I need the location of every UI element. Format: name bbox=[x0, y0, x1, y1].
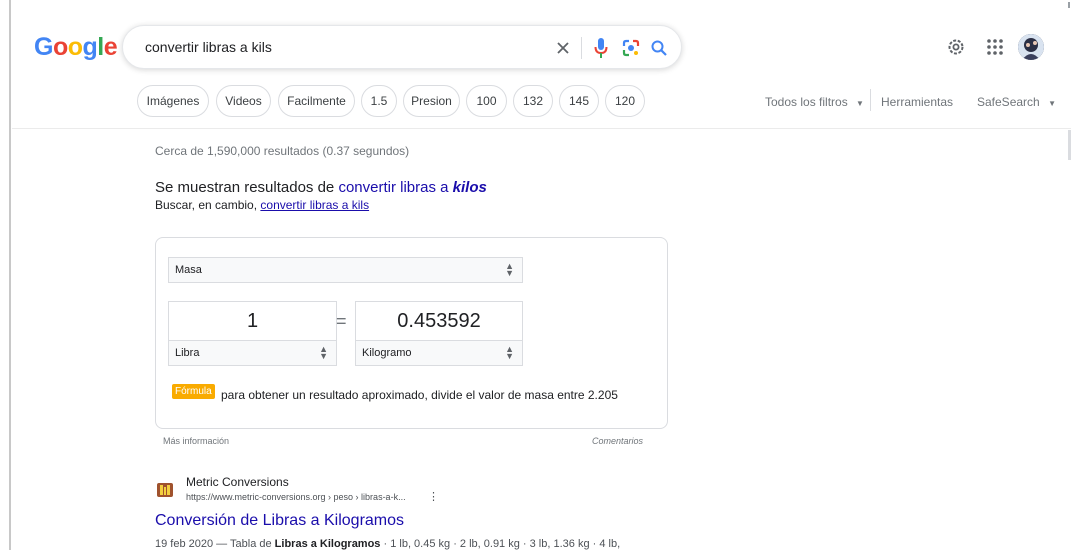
chip-presion[interactable]: Presion bbox=[403, 85, 460, 117]
lens-icon[interactable] bbox=[619, 36, 643, 60]
formula-badge: Fórmula bbox=[172, 384, 215, 399]
result-snippet: 19 feb 2020 — Tabla de Libras a Kilogram… bbox=[155, 538, 620, 550]
result-stats: Cerca de 1,590,000 resultados (0.37 segu… bbox=[155, 144, 410, 158]
scroll-up-arrow[interactable] bbox=[1068, 2, 1070, 8]
window-left-border bbox=[9, 0, 11, 550]
clear-icon[interactable] bbox=[551, 36, 575, 60]
gear-icon[interactable] bbox=[945, 36, 967, 58]
corrected-plain: convertir libras a bbox=[338, 179, 453, 196]
select-arrows-icon: ▲ ▼ bbox=[505, 261, 514, 278]
from-unit-select[interactable]: Libra ▲ ▼ bbox=[168, 340, 337, 366]
avatar[interactable] bbox=[1018, 34, 1044, 60]
quantity-value: Masa bbox=[175, 264, 202, 276]
logo-letter: o bbox=[52, 33, 68, 61]
chip-1-5[interactable]: 1.5 bbox=[361, 85, 397, 117]
corrected-query-link[interactable]: convertir libras a kilos bbox=[338, 179, 486, 196]
all-filters-label: Todos los filtros bbox=[765, 95, 848, 109]
chip-145[interactable]: 145 bbox=[559, 85, 599, 117]
chip-120[interactable]: 120 bbox=[605, 85, 645, 117]
quantity-select[interactable]: Masa ▲ ▼ bbox=[168, 257, 523, 283]
corrected-bold: kilos bbox=[452, 179, 487, 196]
unit-converter: Masa ▲ ▼ 1 = 0.453592 Libra ▲ ▼ Kilogramo … bbox=[155, 237, 668, 429]
result-url[interactable]: https://www.metric-conversions.org › pes… bbox=[186, 492, 406, 502]
result-title-link[interactable]: Conversión de Libras a Kilogramos bbox=[155, 512, 404, 530]
to-unit-value: Kilogramo bbox=[362, 347, 412, 359]
snippet-prefix: 19 feb 2020 — Tabla de bbox=[155, 538, 275, 550]
all-filters-button[interactable]: Todos los filtros ▼ bbox=[765, 95, 864, 109]
search-icon[interactable] bbox=[647, 36, 671, 60]
tools-button[interactable]: Herramientas bbox=[881, 95, 953, 109]
result-site-name[interactable]: Metric Conversions bbox=[186, 475, 289, 489]
logo-letter: g bbox=[82, 33, 98, 61]
microphone-icon[interactable] bbox=[589, 36, 613, 60]
from-value-input[interactable]: 1 bbox=[168, 301, 337, 341]
spelling-prefix: Se muestran resultados de bbox=[155, 179, 339, 196]
chevron-down-icon: ▼ bbox=[1048, 99, 1056, 108]
chip-videos[interactable]: Videos bbox=[216, 85, 271, 117]
safesearch-button[interactable]: SafeSearch ▼ bbox=[977, 95, 1056, 109]
search-instead: Buscar, en cambio, convertir libras a ki… bbox=[155, 198, 369, 212]
chip-132[interactable]: 132 bbox=[513, 85, 553, 117]
from-unit-value: Libra bbox=[175, 347, 200, 359]
chip-100[interactable]: 100 bbox=[466, 85, 507, 117]
apps-icon[interactable] bbox=[984, 36, 1006, 58]
more-info-link[interactable]: Más información bbox=[163, 436, 229, 446]
snippet-suffix: · 1 lb, 0.45 kg · 2 lb, 0.91 kg · 3 lb, … bbox=[380, 538, 621, 550]
select-arrows-icon: ▲ ▼ bbox=[319, 344, 328, 361]
chip-facilmente[interactable]: Facilmente bbox=[278, 85, 355, 117]
instead-prefix: Buscar, en cambio, bbox=[155, 198, 261, 212]
google-logo[interactable]: Google bbox=[34, 33, 118, 62]
tools-divider bbox=[870, 89, 871, 111]
header-divider bbox=[12, 128, 1071, 129]
to-unit-select[interactable]: Kilogramo ▲ ▼ bbox=[355, 340, 523, 366]
logo-letter: o bbox=[67, 33, 83, 61]
logo-letter: e bbox=[103, 33, 118, 61]
feedback-link[interactable]: Comentarios bbox=[592, 436, 643, 446]
formula-text: para obtener un resultado aproximado, di… bbox=[221, 388, 618, 402]
search-divider bbox=[581, 37, 582, 59]
chevron-down-icon: ▼ bbox=[856, 99, 864, 108]
chip-imagenes[interactable]: Imágenes bbox=[137, 85, 209, 117]
spelling-correction: Se muestran resultados de convertir libr… bbox=[155, 179, 487, 196]
safesearch-label: SafeSearch bbox=[977, 95, 1040, 109]
logo-letter: G bbox=[34, 33, 53, 61]
to-value-input[interactable]: 0.453592 bbox=[355, 301, 523, 341]
equals-sign: = bbox=[336, 311, 347, 331]
site-favicon bbox=[156, 481, 174, 499]
search-box[interactable]: convertir libras a kils bbox=[122, 25, 682, 69]
search-input[interactable]: convertir libras a kils bbox=[145, 39, 272, 55]
select-arrows-icon: ▲ ▼ bbox=[505, 344, 514, 361]
more-options-icon[interactable]: ⋮ bbox=[428, 490, 439, 503]
snippet-bold: Libras a Kilogramos bbox=[274, 538, 381, 550]
original-query-link[interactable]: convertir libras a kils bbox=[260, 198, 369, 212]
